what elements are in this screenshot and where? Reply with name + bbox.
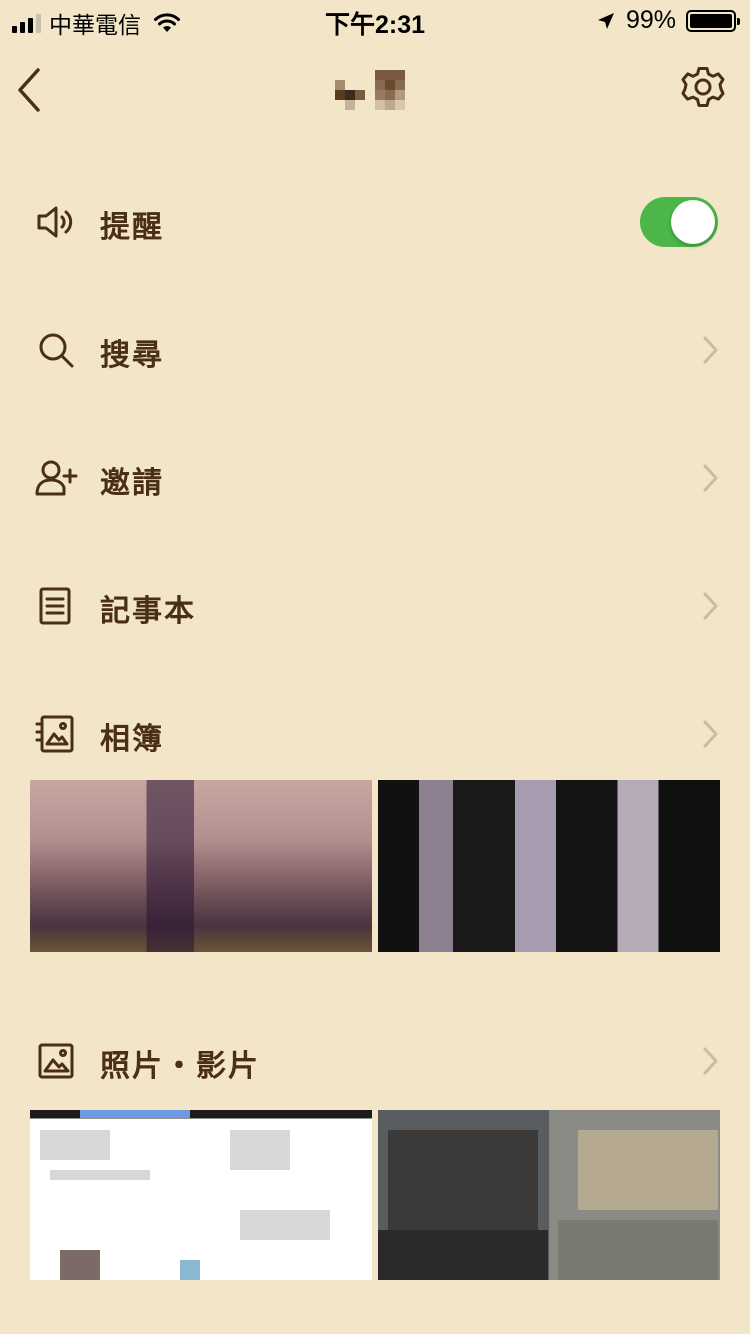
search-icon (39, 333, 74, 368)
back-button[interactable] (10, 60, 50, 120)
reminder-row[interactable]: 提醒 (0, 182, 750, 262)
album-label: 相簿 (100, 722, 164, 757)
battery-percent: 99% (625, 6, 676, 34)
media-thumbnails (30, 1110, 720, 1280)
battery-icon (686, 9, 740, 32)
invite-row[interactable]: 邀請 (0, 438, 750, 518)
thumbnail-blur-block (558, 1220, 718, 1280)
thumbnail-blur-block (60, 1250, 100, 1280)
chevron-right-icon (703, 336, 718, 364)
notes-label: 記事本 (100, 594, 196, 629)
invite-label: 邀請 (100, 466, 164, 501)
media-thumbnail[interactable] (30, 1110, 372, 1280)
chevron-right-icon (703, 592, 718, 620)
status-bar: 中華電信 下午2:31 99% (0, 0, 750, 40)
status-right: 99% (596, 6, 740, 35)
search-row[interactable]: 搜尋 (0, 310, 750, 390)
media-thumbnail[interactable] (378, 1110, 720, 1280)
chat-title-redacted (335, 70, 415, 110)
chevron-right-icon (703, 1047, 718, 1075)
battery-fill (690, 13, 732, 28)
thumbnail-blur-block (578, 1130, 718, 1210)
image-icon (38, 1043, 74, 1079)
chevron-right-icon (703, 720, 718, 748)
media-label: 照片・影片 (100, 1049, 260, 1084)
thumbnail-blur-block (388, 1130, 538, 1230)
gear-icon[interactable] (680, 64, 726, 110)
toggle-knob (671, 200, 715, 244)
thumbnail-blur-block (230, 1130, 290, 1170)
notes-row[interactable]: 記事本 (0, 566, 750, 646)
album-thumbnail[interactable] (378, 780, 720, 952)
thumbnail-blur-block (80, 1110, 190, 1118)
thumbnail-blur-block (240, 1210, 330, 1240)
album-thumbnails (30, 780, 720, 952)
chevron-right-icon (703, 464, 718, 492)
album-thumbnail[interactable] (30, 780, 372, 952)
add-user-icon (35, 460, 78, 496)
location-arrow-icon (597, 12, 614, 29)
media-row[interactable]: 照片・影片 (0, 1021, 750, 1101)
chat-settings-screen: 中華電信 下午2:31 99% 提醒 搜尋 邀請 記事本 相簿 照片・影片 (0, 0, 750, 1334)
reminder-toggle[interactable] (640, 197, 718, 247)
search-label: 搜尋 (100, 338, 164, 373)
thumbnail-blur-block (40, 1130, 110, 1160)
nav-bar (0, 50, 750, 130)
thumbnail-blur-block (50, 1170, 150, 1180)
reminder-label: 提醒 (100, 210, 164, 245)
speaker-icon (37, 206, 73, 238)
note-icon (39, 587, 71, 625)
album-icon (35, 715, 74, 753)
thumbnail-blur-block (378, 1230, 548, 1280)
album-row[interactable]: 相簿 (0, 694, 750, 774)
thumbnail-blur-block (180, 1260, 200, 1280)
